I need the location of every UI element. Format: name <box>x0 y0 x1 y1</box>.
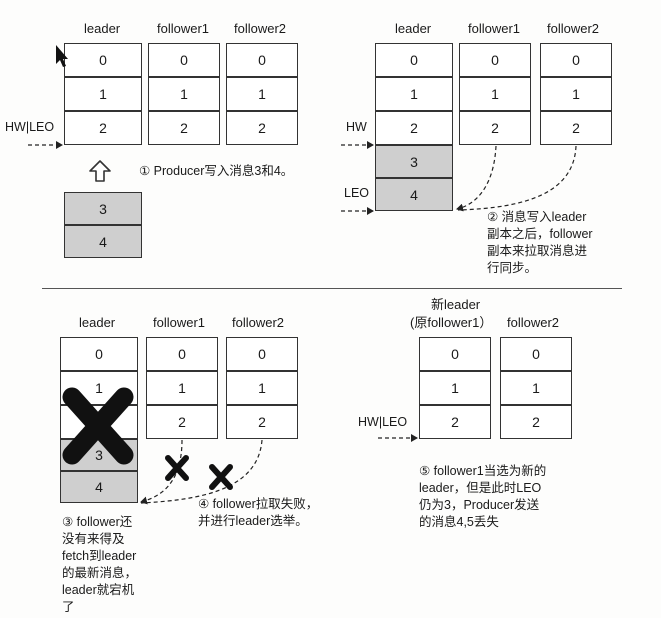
p2-follower1-fetch-link <box>456 145 497 212</box>
failed-fetch-cross-icon <box>209 464 233 490</box>
up-arrow-icon <box>89 160 111 182</box>
diagram-graphics <box>28 45 577 505</box>
kafka-replication-diagram: leader follower1 follower2 0 1 2 0 1 2 0… <box>0 0 661 618</box>
p3-follower2-fetch-link <box>140 439 263 504</box>
failed-fetch-cross-icon <box>165 455 189 481</box>
p2-follower2-fetch-link <box>457 145 577 211</box>
mouse-cursor-icon <box>56 45 68 67</box>
leader-crash-cross-icon <box>62 387 134 465</box>
